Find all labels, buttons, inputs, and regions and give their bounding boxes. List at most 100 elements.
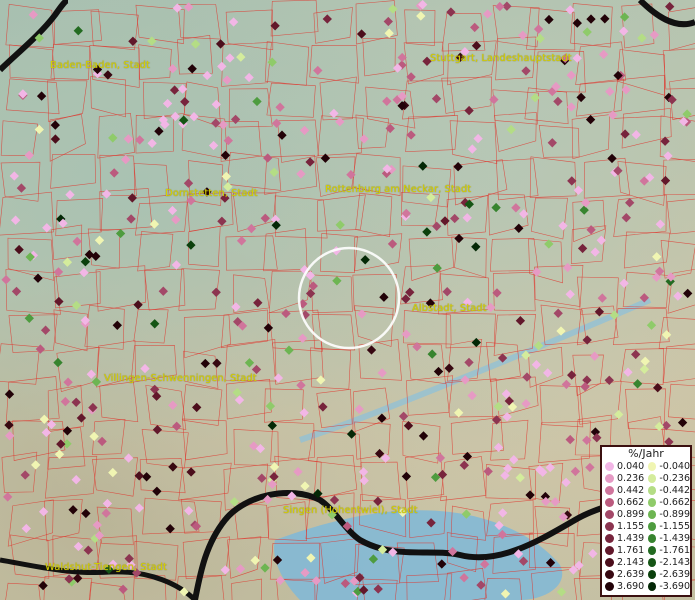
data-point-marker <box>502 412 512 422</box>
data-point-marker <box>556 587 567 597</box>
legend-entry-positive: 0.442 <box>602 485 645 496</box>
district-boundary <box>133 163 170 199</box>
data-point-marker <box>154 126 164 136</box>
data-point-marker <box>253 298 263 308</box>
map[interactable]: Baden-Baden, Stadt Stuttgart, Landeshaup… <box>0 0 695 600</box>
data-point-marker <box>1 275 11 285</box>
data-point-marker <box>553 308 563 318</box>
data-point-marker <box>660 136 670 146</box>
district-boundary <box>8 314 58 353</box>
data-point-marker <box>464 105 474 116</box>
legend-swatch <box>605 473 614 483</box>
data-point-marker <box>167 205 178 216</box>
data-point-marker <box>190 39 201 49</box>
data-point-marker <box>646 320 657 330</box>
district-boundary <box>266 82 316 118</box>
data-point-marker <box>271 118 282 128</box>
data-point-marker <box>590 247 600 257</box>
data-point-marker <box>661 420 671 431</box>
data-point-marker <box>9 171 19 181</box>
legend-swatch <box>605 569 614 579</box>
data-point-marker <box>217 216 227 226</box>
data-point-marker <box>62 426 73 436</box>
district-boundary <box>538 125 580 158</box>
legend-swatch <box>605 461 614 471</box>
district-boundary <box>526 7 576 51</box>
data-point-marker <box>401 329 411 339</box>
data-point-marker <box>267 420 277 431</box>
data-point-marker <box>171 215 181 225</box>
legend-row: 1.439 -1.439 <box>602 532 690 544</box>
legend-swatch <box>648 569 657 579</box>
data-point-marker <box>598 49 609 60</box>
data-point-marker <box>150 319 160 329</box>
data-point-marker <box>81 508 91 519</box>
data-point-marker <box>332 276 342 286</box>
district-boundary <box>225 9 274 51</box>
data-point-marker <box>183 2 194 12</box>
district-boundary <box>50 154 96 189</box>
data-point-marker <box>162 98 173 109</box>
data-point-marker <box>71 475 81 485</box>
data-point-marker <box>467 390 477 401</box>
data-point-marker <box>305 288 316 299</box>
data-point-marker <box>33 273 43 283</box>
data-point-marker <box>53 357 63 368</box>
data-point-marker <box>149 219 160 229</box>
data-point-marker <box>236 236 247 246</box>
data-point-marker <box>398 411 409 421</box>
place-label-singen: Singen (Hohentwiel), Stadt <box>283 505 418 516</box>
data-point-marker <box>356 29 367 39</box>
data-point-marker <box>607 153 617 164</box>
legend-value: 2.143 <box>617 556 645 568</box>
data-point-marker <box>11 286 22 297</box>
district-boundary <box>1 451 38 493</box>
legend-value: -1.155 <box>659 520 690 532</box>
district-boundary <box>263 228 308 272</box>
data-point-marker <box>79 267 89 278</box>
data-point-marker <box>108 467 118 478</box>
legend-value: -1.761 <box>659 544 690 556</box>
legend-entry-positive: 3.690 <box>602 581 645 592</box>
data-point-marker <box>263 153 273 163</box>
data-point-marker <box>677 417 688 428</box>
data-point-marker <box>230 114 241 125</box>
data-point-marker <box>260 213 270 223</box>
data-point-marker <box>427 349 437 359</box>
legend-entry-positive: 0.236 <box>602 473 645 484</box>
district-boundary <box>99 381 139 423</box>
data-point-marker <box>147 138 157 148</box>
legend-value: -0.442 <box>659 484 690 496</box>
data-point-marker <box>359 475 369 486</box>
data-point-marker <box>431 94 442 104</box>
data-point-marker <box>257 473 267 483</box>
district-boundary <box>524 87 569 125</box>
legend-entry-negative: -1.761 <box>645 545 690 556</box>
data-point-marker <box>50 120 60 130</box>
data-point-marker <box>215 39 226 49</box>
data-point-marker <box>172 421 182 431</box>
river-danube <box>299 297 652 443</box>
data-point-marker <box>665 1 675 12</box>
data-point-marker <box>60 396 71 407</box>
district-boundary <box>5 376 60 423</box>
district-boundary <box>10 534 50 579</box>
data-point-marker <box>535 33 545 44</box>
data-point-marker <box>322 14 332 24</box>
data-point-marker <box>440 216 450 226</box>
place-label-rottenburg: Rottenburg am Neckar, Stadt <box>325 184 472 195</box>
data-point-marker <box>123 134 134 144</box>
data-point-marker <box>383 16 393 27</box>
legend-swatch <box>605 497 614 507</box>
data-point-marker <box>299 125 310 136</box>
data-point-marker <box>464 357 474 368</box>
data-point-marker <box>189 112 199 122</box>
data-point-marker <box>168 400 178 410</box>
data-point-marker <box>269 462 280 472</box>
district-boundary <box>44 499 83 542</box>
data-point-marker <box>572 53 582 63</box>
data-point-marker <box>170 111 180 122</box>
legend-entry-negative: -2.639 <box>645 569 690 580</box>
legend-swatch <box>648 545 657 555</box>
data-point-marker <box>36 91 47 101</box>
